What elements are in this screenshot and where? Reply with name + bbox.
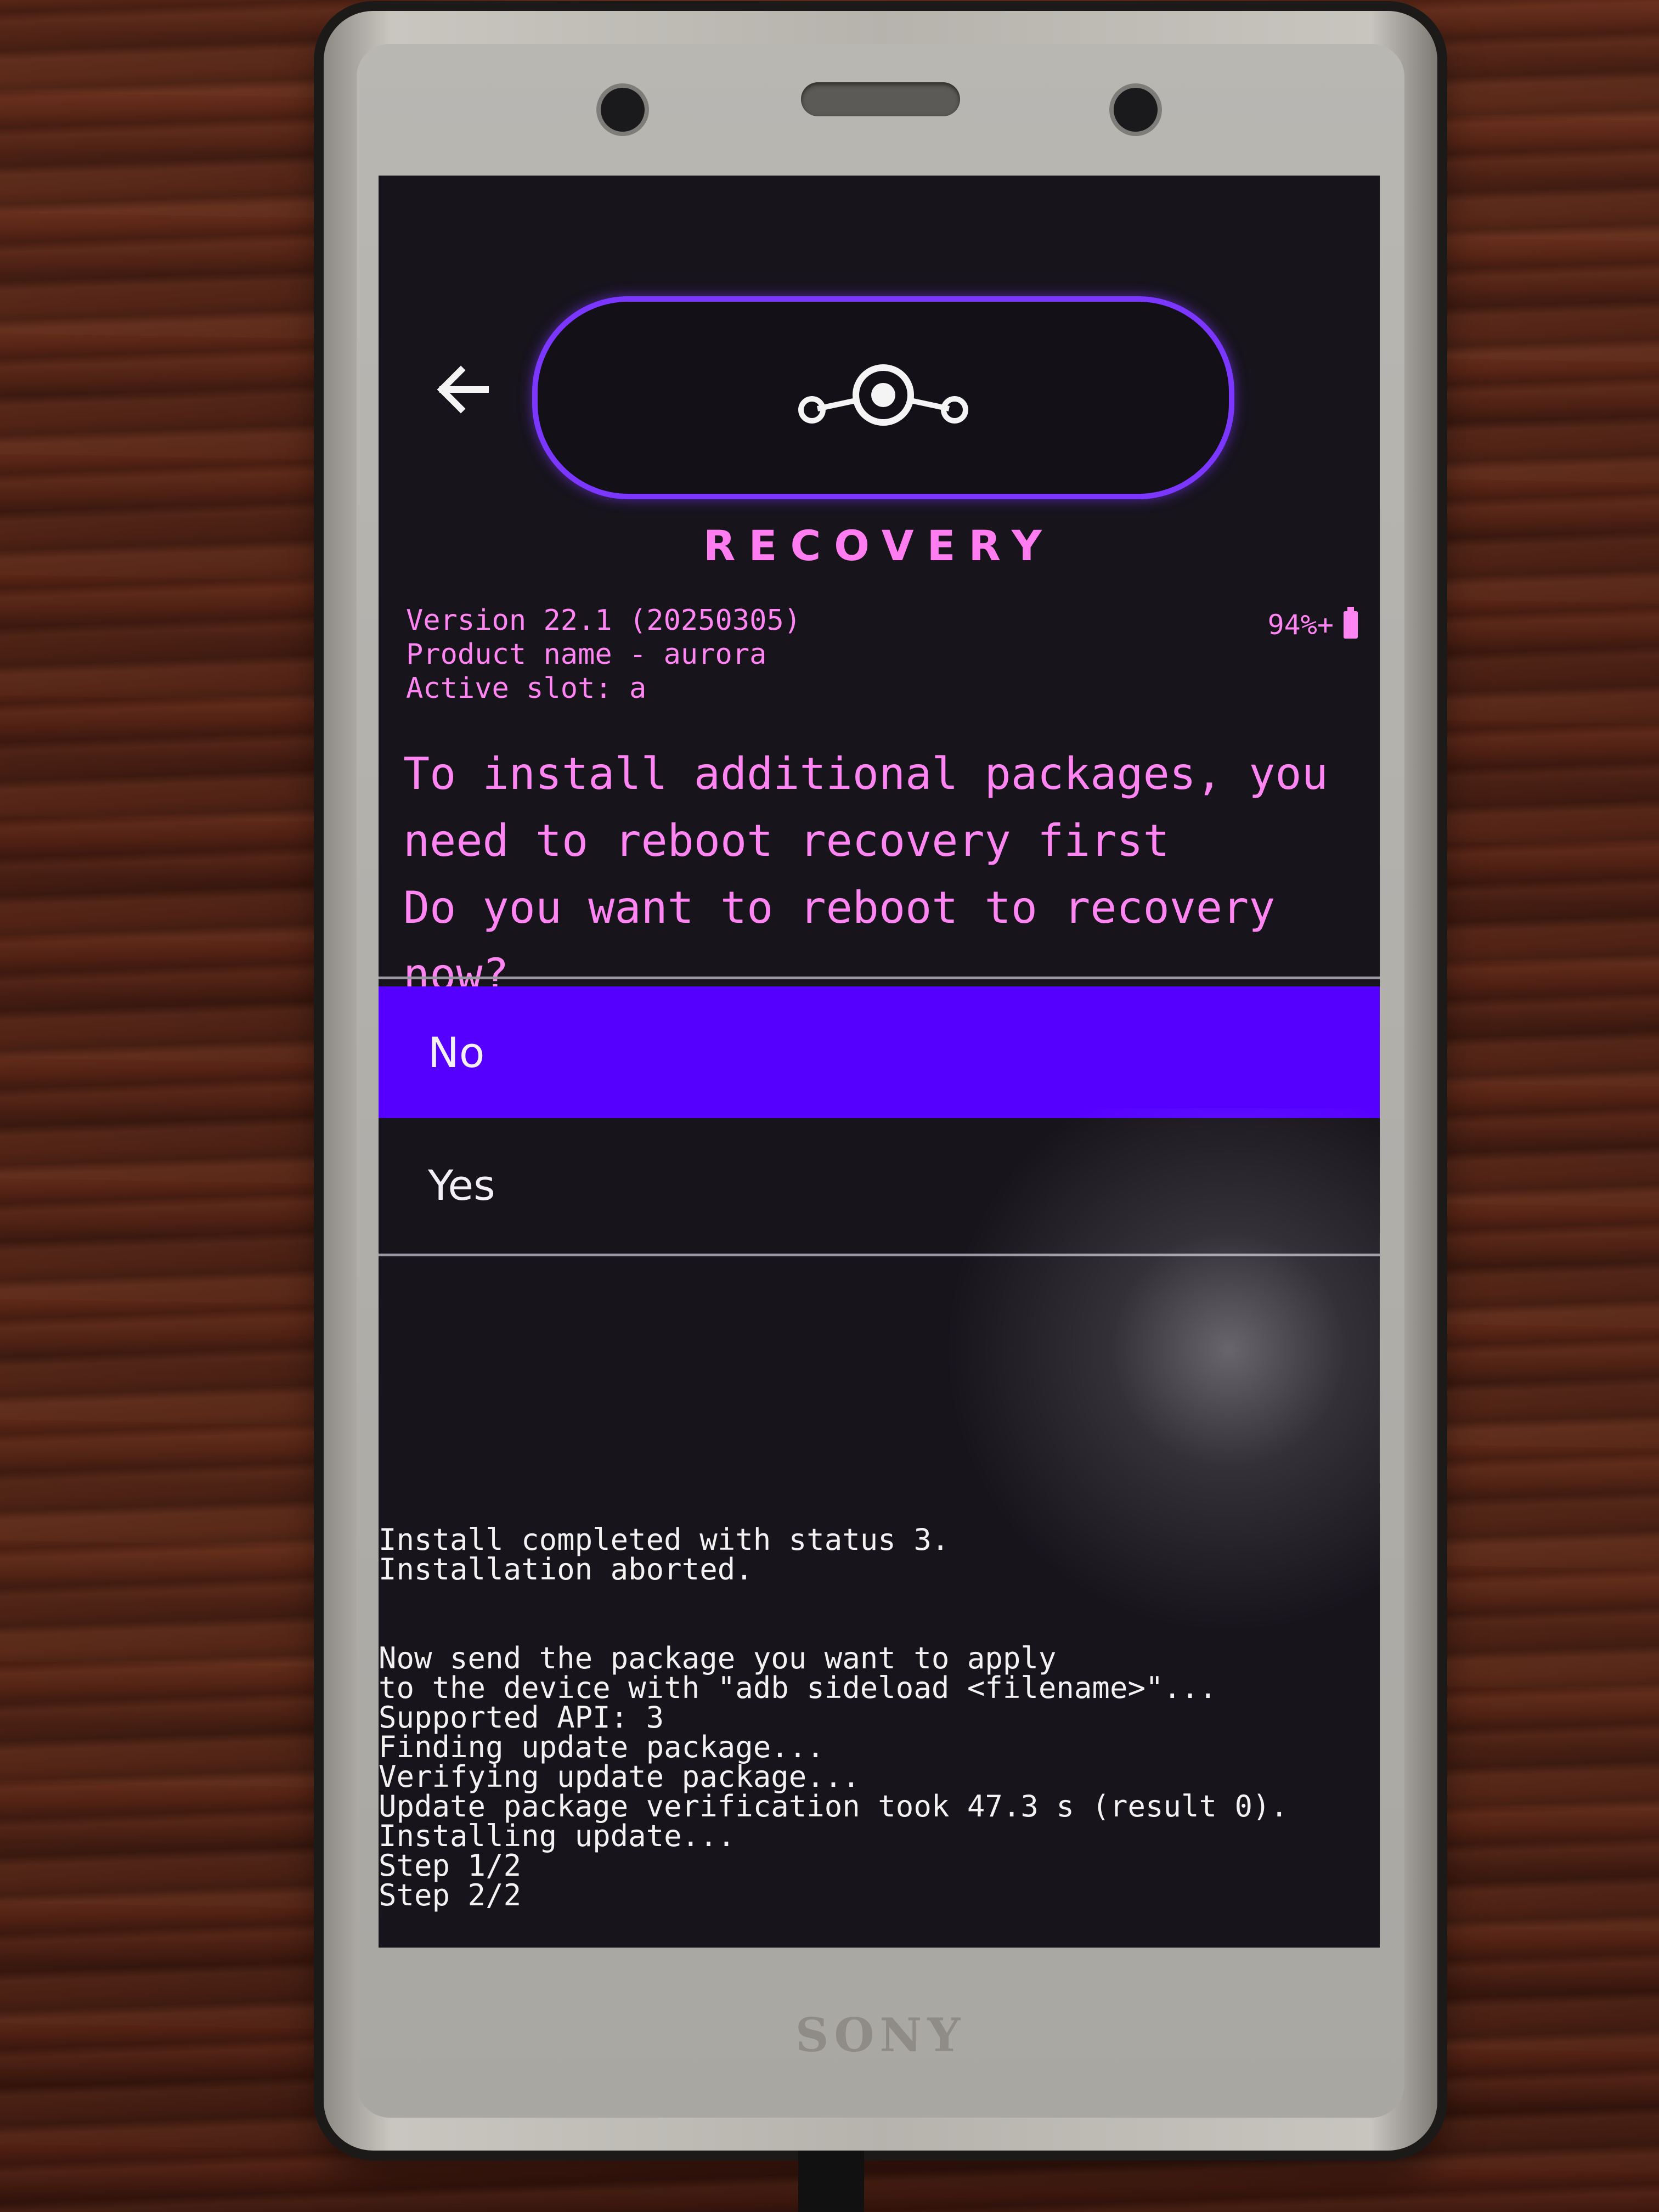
log-line: Step 2/2 bbox=[379, 1878, 522, 1912]
earpiece-speaker bbox=[801, 82, 960, 116]
option-no[interactable]: No bbox=[379, 986, 1380, 1118]
recovery-screen: RECOVERY Version 22.1 (20250305) Product… bbox=[379, 176, 1380, 1948]
recovery-title: RECOVERY bbox=[703, 521, 1055, 570]
arrow-left-icon[interactable] bbox=[431, 357, 496, 422]
usb-cable bbox=[798, 2151, 864, 2212]
log-line: Installation aborted. bbox=[379, 1552, 753, 1587]
front-camera bbox=[601, 88, 645, 132]
proximity-sensor bbox=[1114, 88, 1158, 132]
battery-icon bbox=[1344, 607, 1358, 639]
install-log: Install completed with status 3. Install… bbox=[379, 1525, 1288, 1910]
version-text: Version 22.1 (20250305) bbox=[406, 604, 802, 637]
battery-status: 94%+ bbox=[1267, 607, 1358, 641]
option-yes[interactable]: Yes bbox=[379, 1119, 1380, 1251]
brand-logo: SONY bbox=[795, 2008, 966, 2062]
prompt-line-2: need to reboot recovery first bbox=[403, 815, 1170, 866]
option-yes-label: Yes bbox=[428, 1160, 495, 1210]
prompt-line-1: To install additional packages, you bbox=[403, 748, 1328, 799]
battery-level: 94%+ bbox=[1267, 609, 1334, 641]
menu-divider-top bbox=[379, 977, 1380, 979]
lineageos-logo-icon bbox=[798, 364, 968, 426]
option-no-label: No bbox=[428, 1028, 485, 1077]
active-slot-text: Active slot: a bbox=[406, 672, 647, 705]
menu-divider-bottom bbox=[379, 1254, 1380, 1256]
device-info: Version 22.1 (20250305) Product name - a… bbox=[406, 603, 801, 706]
logo-banner bbox=[532, 296, 1234, 499]
product-name-text: Product name - aurora bbox=[406, 638, 767, 671]
reboot-prompt: To install additional packages, you need… bbox=[403, 741, 1369, 1008]
